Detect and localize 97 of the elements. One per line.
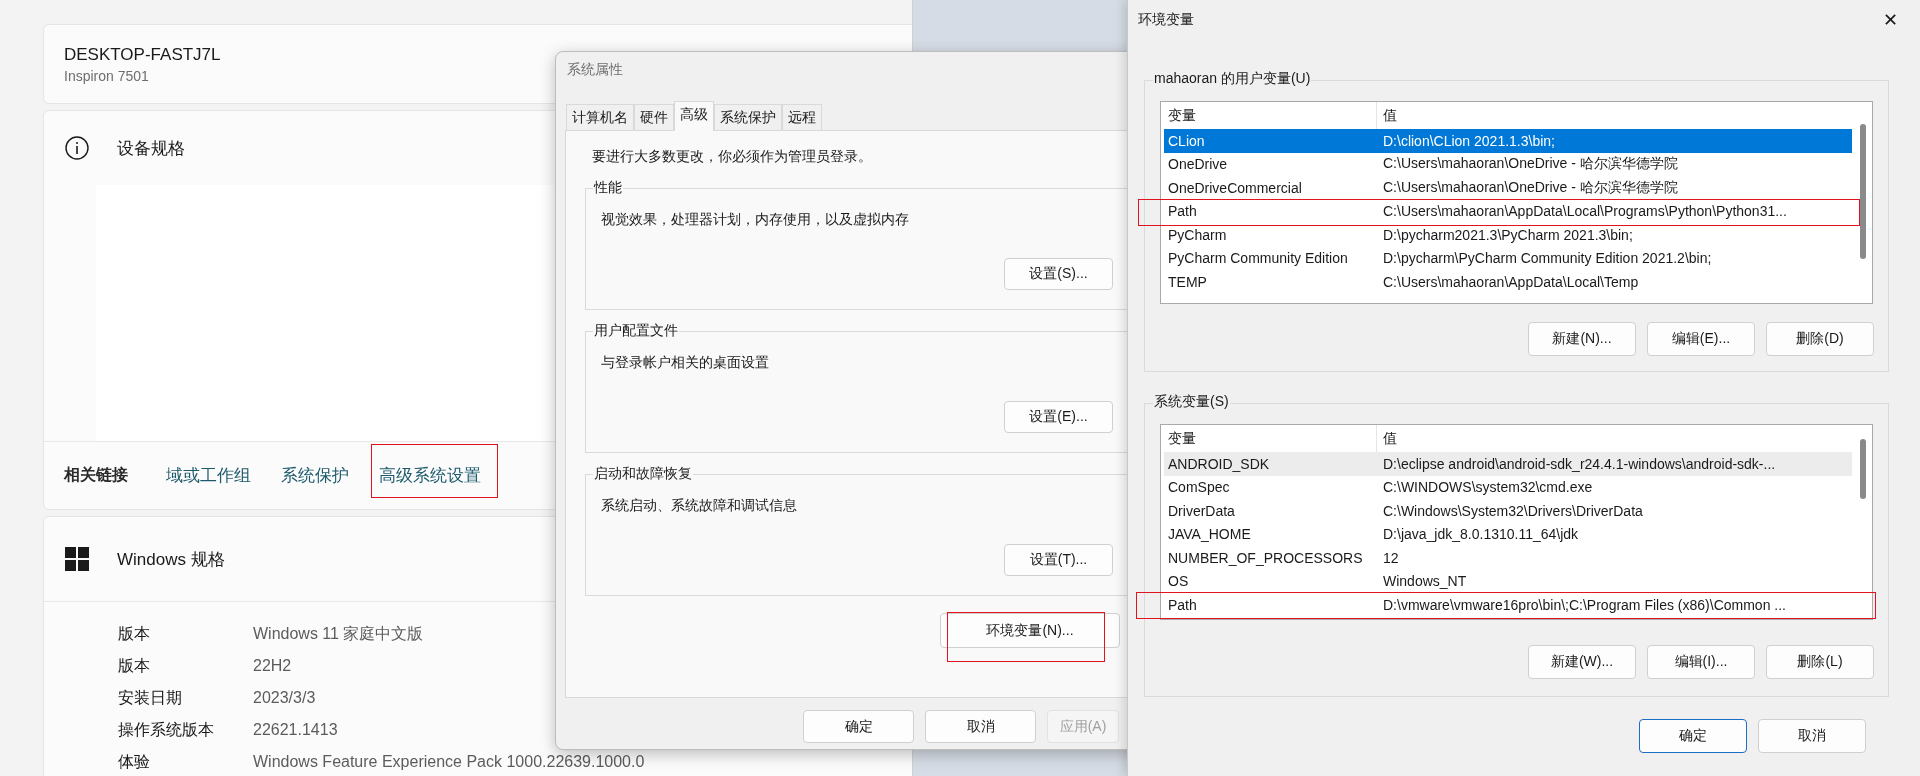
variable-value: C:\Users\mahaoran\OneDrive - 哈尔滨华德学院 (1382, 178, 1678, 197)
dialog-button[interactable]: 删除(L) (1766, 645, 1874, 679)
variable-row[interactable]: JAVA_HOME D:\java_jdk_8.0.1310.11_64\jdk (1164, 522, 1852, 546)
group-title: 启动和故障恢复 (593, 465, 693, 483)
section-title: 设备规格 (117, 137, 185, 160)
column-header[interactable]: 值 (1377, 425, 1397, 452)
spec-value: Windows Feature Experience Pack 1000.22639.1000.0 (253, 753, 645, 771)
variable-name: PyCharm (1167, 226, 1228, 243)
variable-row[interactable]: ComSpec C:\WINDOWS\system32\cmd.exe (1164, 475, 1852, 499)
group-title: 性能 (593, 179, 623, 197)
variable-name: Path (1167, 203, 1198, 220)
variable-row[interactable]: CLion D:\clion\CLion 2021.1.3\bin; (1164, 129, 1852, 153)
spec-label: 版本 (118, 655, 151, 676)
group-description: 系统启动、系统故障和调试信息 (601, 497, 797, 515)
group-description: 与登录帐户相关的桌面设置 (601, 354, 769, 372)
spec-value: Windows 11 家庭中文版 (253, 623, 424, 644)
spec-label: 安装日期 (118, 687, 183, 708)
variable-row[interactable]: ANDROID_SDK D:\eclipse android\android-sdk_r24.4.1-windows\android-sdk-... (1164, 452, 1852, 476)
variable-row[interactable]: OS Windows_NT (1164, 569, 1852, 593)
settings-link[interactable]: 高级系统设置 (379, 466, 481, 485)
variable-value: Windows_NT (1382, 573, 1467, 590)
variable-row[interactable]: Path D:\vmware\vmware16pro\bin\;C:\Program Files (x86)\Common ... (1164, 593, 1852, 617)
scrollbar-thumb[interactable] (1860, 439, 1866, 499)
variable-row[interactable]: PyCharm Community Edition D:\pycharm\PyCharm Community Edition 2021.2\bin; (1164, 246, 1852, 270)
device-model: Inspiron 7501 (64, 67, 149, 84)
tab[interactable]: 高级 (674, 101, 714, 131)
variable-name: NUMBER_OF_PROCESSORS (1167, 549, 1364, 566)
column-header[interactable]: 值 (1377, 102, 1397, 129)
variable-value: D:\pycharm2021.3\PyCharm 2021.3\bin; (1382, 226, 1633, 243)
variable-value: C:\Windows\System32\Drivers\DriverData (1382, 502, 1643, 519)
settings-link[interactable]: 域或工作组 (166, 466, 251, 485)
variable-row[interactable]: PyCharm D:\pycharm2021.3\PyCharm 2021.3\bin; (1164, 223, 1852, 247)
environment-variables-button[interactable]: 环境变量(N)... (940, 613, 1120, 648)
group-description: 视觉效果，处理器计划，内存使用，以及虚拟内存 (601, 211, 909, 229)
dialog-button[interactable]: 新建(W)... (1528, 645, 1636, 679)
close-button[interactable]: ✕ (1870, 9, 1910, 31)
variable-name: ComSpec (1167, 479, 1231, 496)
variable-name: CLion (1167, 132, 1206, 149)
settings-button[interactable]: 设置(S)... (1004, 258, 1113, 290)
dialog-button[interactable]: 编辑(E)... (1647, 322, 1755, 356)
variable-name: JAVA_HOME (1167, 526, 1252, 543)
windows-logo-icon (65, 547, 89, 571)
group-title: mahaoran 的用户变量(U) (1153, 70, 1312, 88)
variable-value: C:\Users\mahaoran\OneDrive - 哈尔滨华德学院 (1382, 155, 1678, 174)
spec-label: 体验 (118, 751, 151, 772)
dialog-button[interactable]: 取消 (1758, 719, 1866, 753)
variable-value: D:\pycharm\PyCharm Community Edition 2021.2\bin; (1382, 250, 1712, 267)
dialog-button[interactable]: 确定 (1639, 719, 1747, 753)
spec-value: 2023/3/3 (253, 689, 316, 707)
spec-value: 22H2 (253, 657, 292, 675)
info-icon (65, 136, 89, 160)
variable-value: 12 (1382, 549, 1399, 566)
dialog-button[interactable]: 删除(D) (1766, 322, 1874, 356)
variable-row[interactable]: TEMP C:\Users\mahaoran\AppData\Local\Temp (1164, 270, 1852, 294)
notice-text: 要进行大多数更改，你必须作为管理员登录。 (592, 148, 872, 166)
dialog-button[interactable]: 新建(N)... (1528, 322, 1636, 356)
settings-button[interactable]: 设置(E)... (1004, 401, 1113, 433)
variable-value: D:\java_jdk_8.0.1310.11_64\jdk (1382, 526, 1579, 543)
settings-link[interactable]: 系统保护 (281, 466, 349, 485)
variable-value: D:\eclipse android\android-sdk_r24.4.1-windows\android-sdk-... (1382, 455, 1776, 472)
device-name: DESKTOP-FASTJ7L (64, 44, 221, 65)
dialog-button[interactable]: 取消 (925, 710, 1036, 743)
variable-name: PyCharm Community Edition (1167, 250, 1349, 267)
variable-value: C:\WINDOWS\system32\cmd.exe (1382, 479, 1593, 496)
spec-label: 操作系统版本 (118, 719, 215, 740)
variable-row[interactable]: OneDriveCommercial C:\Users\mahaoran\OneDrive - 哈尔滨华德学院 (1164, 176, 1852, 200)
variable-name: Path (1167, 596, 1198, 613)
group-title: 用户配置文件 (593, 322, 679, 340)
spec-label: 版本 (118, 623, 151, 644)
variable-row[interactable]: NUMBER_OF_PROCESSORS 12 (1164, 546, 1852, 570)
dialog-button[interactable]: 确定 (803, 710, 914, 743)
spec-value: 22621.1413 (253, 721, 338, 739)
variable-name: OS (1167, 573, 1190, 590)
tab[interactable]: 计算机名 (566, 104, 634, 130)
tab[interactable]: 远程 (782, 104, 822, 130)
dialog-title: 系统属性 (566, 60, 623, 79)
variable-value: D:\clion\CLion 2021.1.3\bin; (1382, 132, 1555, 149)
tab[interactable]: 硬件 (634, 104, 674, 130)
variable-value: C:\Users\mahaoran\AppData\Local\Temp (1382, 273, 1639, 290)
dialog-button[interactable]: 编辑(I)... (1647, 645, 1755, 679)
variable-value: D:\vmware\vmware16pro\bin\;C:\Program Files (x86)\Common ... (1382, 596, 1786, 613)
variable-name: OneDriveCommercial (1167, 179, 1303, 196)
variable-value: C:\Users\mahaoran\AppData\Local\Programs\Python\Python31... (1382, 203, 1787, 220)
related-links-label: 相关链接 (64, 465, 128, 485)
variable-name: DriverData (1167, 502, 1236, 519)
variable-row[interactable]: Path C:\Users\mahaoran\AppData\Local\Programs\Python\Python31... (1164, 199, 1852, 223)
settings-button[interactable]: 设置(T)... (1004, 544, 1113, 576)
scrollbar-thumb[interactable] (1860, 124, 1866, 259)
group-title: 系统变量(S) (1153, 393, 1230, 411)
tab[interactable]: 系统保护 (714, 104, 782, 130)
variable-name: OneDrive (1167, 156, 1229, 173)
variable-name: TEMP (1167, 273, 1208, 290)
variable-row[interactable]: DriverData C:\Windows\System32\Drivers\DriverData (1164, 499, 1852, 523)
dialog-title: 环境变量 (1138, 11, 1194, 29)
section-title: Windows 规格 (117, 548, 225, 571)
variable-row[interactable]: OneDrive C:\Users\mahaoran\OneDrive - 哈尔滨华德学院 (1164, 152, 1852, 176)
variable-name: ANDROID_SDK (1167, 455, 1271, 472)
